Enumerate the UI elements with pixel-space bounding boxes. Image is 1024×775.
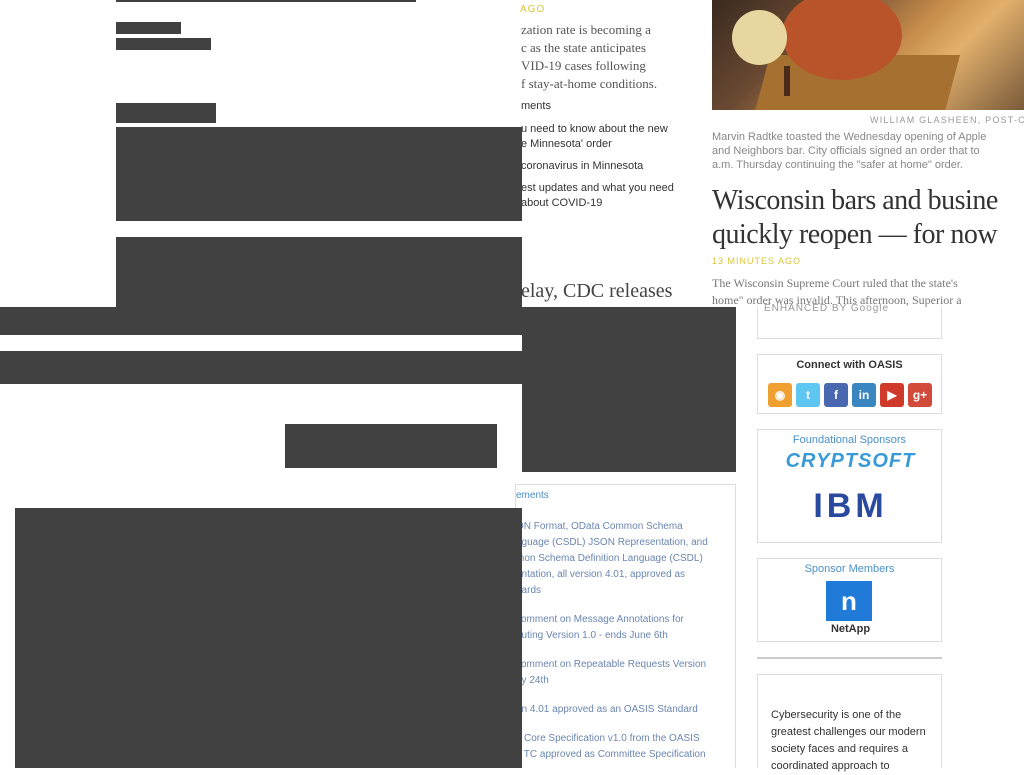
related-link[interactable]: u need to know about the new [521, 122, 701, 137]
announcement-line[interactable]: entation, all version 4.01, approved as [516, 567, 737, 583]
announcement-line[interactable]: comment on Message Annotations for [516, 612, 737, 628]
header-rule [116, 0, 416, 2]
youtube-icon[interactable]: ▶ [880, 383, 904, 407]
placeholder-block [116, 22, 181, 34]
facebook-icon[interactable]: f [824, 383, 848, 407]
ibm-logo[interactable]: IBM [758, 488, 943, 524]
cyber-line: coordinated approach to [771, 760, 890, 772]
placeholder-panel [116, 237, 522, 307]
placeholder-bar [0, 307, 736, 335]
caption-line: a.m. Thursday continuing the "safer at h… [712, 159, 963, 171]
caption-line: and Neighbors bar. City officials signed… [712, 145, 980, 157]
sponsor-members-title: Sponsor Members [804, 563, 895, 575]
headline-line: quickly reopen — for now [712, 219, 998, 250]
announcements-title: ements [516, 490, 549, 501]
photo-credit: WILLIAM GLASHEEN, POST-CR [870, 115, 1024, 125]
related-link[interactable]: est updates and what you need [521, 181, 701, 196]
cryptsoft-logo[interactable]: CRYPTSOFT [758, 450, 943, 473]
cyber-line: society faces and requires a [771, 743, 908, 755]
twitter-icon[interactable]: t [796, 383, 820, 407]
connect-title: Connect with OASIS [796, 359, 903, 371]
divider [757, 657, 942, 659]
announcement-line[interactable]: comment on Repeatable Requests Version [516, 657, 737, 673]
announcement-line[interactable]: L TC approved as Committee Specification [516, 747, 737, 763]
social-icons-row: ◉ t f in ▶ g+ [768, 383, 932, 407]
cyber-line: Cybersecurity is one of the [771, 709, 902, 721]
announcements-list: ON Format, OData Common Schema nguage (C… [516, 519, 737, 763]
cyber-line: greatest challenges our modern [771, 726, 926, 738]
announcement-line[interactable]: ON Format, OData Common Schema [516, 519, 737, 535]
comments-link[interactable]: ments [521, 100, 551, 112]
rss-icon[interactable]: ◉ [768, 383, 792, 407]
placeholder-panel [522, 335, 736, 472]
lede-line: zation rate is becoming a [521, 22, 651, 37]
linkedin-icon[interactable]: in [852, 383, 876, 407]
announcements-box: ements ON Format, OData Common Schema ng… [515, 484, 736, 768]
wisconsin-headline[interactable]: Wisconsin bars and busine quickly reopen… [712, 184, 1024, 252]
sponsor-members-box: Sponsor Members n NetApp [757, 558, 942, 642]
related-link[interactable]: coronavirus in Minnesota [521, 159, 701, 174]
placeholder-panel [116, 127, 522, 221]
google-plus-icon[interactable]: g+ [908, 383, 932, 407]
placeholder-block [116, 103, 216, 123]
body-line: The Wisconsin Supreme Court ruled that t… [712, 276, 958, 290]
lede-line: c as the state anticipates [521, 40, 646, 55]
wisconsin-time-ago: 13 MINUTES AGO [712, 256, 802, 266]
related-link[interactable]: e Minnesota' order [521, 137, 701, 152]
headline-line: Wisconsin bars and busine [712, 185, 998, 216]
time-ago-label: AGO [520, 4, 546, 15]
related-link[interactable]: about COVID-19 [521, 196, 701, 211]
announcement-line[interactable]: L Core Specification v1.0 from the OASIS [516, 731, 737, 747]
related-links: u need to know about the new e Minnesota… [521, 122, 701, 211]
placeholder-button[interactable] [285, 424, 497, 468]
lede-line: f stay-at-home conditions. [521, 76, 658, 91]
article-photo[interactable] [712, 0, 1024, 110]
article-lede: zation rate is becoming a c as the state… [521, 21, 701, 93]
lede-line: VID-19 cases following [521, 58, 646, 73]
placeholder-bar [0, 351, 522, 384]
caption-line: Marvin Radtke toasted the Wednesday open… [712, 131, 987, 143]
connect-box: Connect with OASIS ◉ t f in ▶ g+ [757, 354, 942, 414]
cybersecurity-box: Cybersecurity is one of the greatest cha… [757, 674, 942, 772]
search-box[interactable]: ENHANCED BY Google [757, 303, 942, 339]
announcement-line[interactable]: mon Schema Definition Language (CSDL) [516, 551, 737, 567]
netapp-logo-icon[interactable]: n [826, 581, 872, 621]
foundational-sponsors-box: Foundational Sponsors CRYPTSOFT IBM [757, 429, 942, 543]
foundational-title: Foundational Sponsors [792, 434, 907, 446]
announcement-line[interactable]: ay 24th [516, 673, 737, 689]
announcement-line[interactable]: nguage (CSDL) JSON Representation, and [516, 535, 737, 551]
netapp-label: NetApp [830, 623, 871, 635]
placeholder-block [116, 38, 211, 50]
cdc-headline[interactable]: elay, CDC releases [521, 280, 672, 303]
announcement-line[interactable]: on 4.01 approved as an OASIS Standard [516, 702, 737, 718]
placeholder-panel [15, 508, 522, 768]
search-enhanced-label: ENHANCED BY Google [764, 303, 890, 314]
photo-caption: Marvin Radtke toasted the Wednesday open… [712, 130, 1024, 172]
announcement-line[interactable]: dards [516, 583, 737, 599]
announcement-line[interactable]: outing Version 1.0 - ends June 6th [516, 628, 737, 644]
cyber-text: Cybersecurity is one of the greatest cha… [771, 707, 926, 775]
